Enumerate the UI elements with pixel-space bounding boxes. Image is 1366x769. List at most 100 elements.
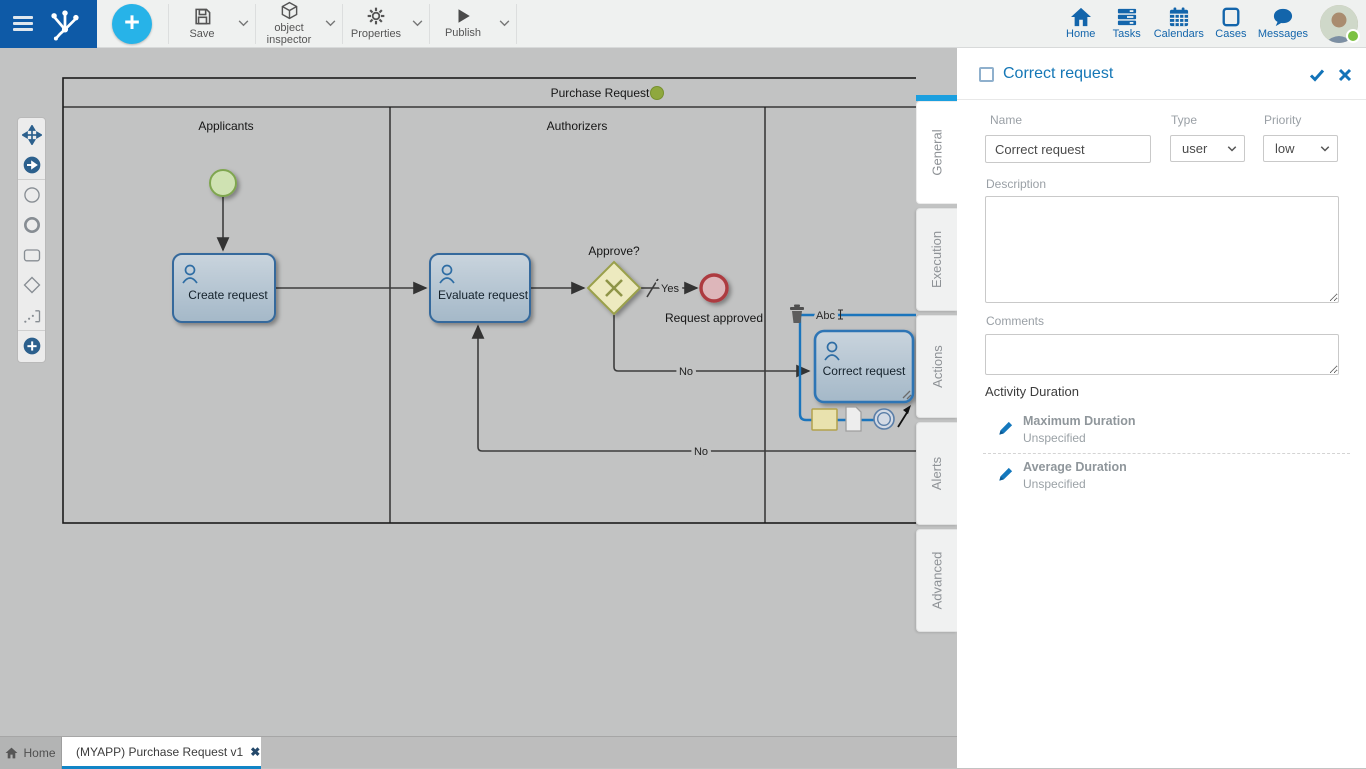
comments-label: Comments [986, 314, 1044, 328]
element-checkbox[interactable] [979, 67, 994, 82]
edge-label-no-2[interactable]: No [694, 446, 708, 458]
shape-palette [17, 117, 46, 363]
properties-dropdown-chevron[interactable] [407, 1, 427, 47]
start-event-tool[interactable] [18, 180, 45, 210]
gateway-tool[interactable] [18, 270, 45, 300]
properties-panel: Correct request Name Type user Priority … [957, 48, 1366, 768]
trash-icon[interactable] [790, 305, 804, 324]
pool-title[interactable]: Purchase Request [551, 86, 650, 100]
hamburger-icon[interactable] [13, 16, 33, 31]
properties-icon [366, 6, 386, 26]
task-create-label: Create request [188, 288, 268, 302]
save-button[interactable]: Save [171, 1, 233, 47]
gateway-label: Approve? [588, 244, 640, 258]
bottom-tab-home[interactable]: Home [0, 737, 62, 769]
home-icon [5, 747, 18, 759]
annotation-tool[interactable] [18, 300, 45, 330]
chevron-down-icon [1227, 146, 1237, 152]
maximum-duration-row: Maximum Duration Unspecified [957, 412, 1366, 456]
rename-tool[interactable]: Abc [816, 310, 835, 322]
bottom-tab-document[interactable]: (MYAPP) Purchase Request v1 ✖ [62, 737, 261, 766]
close-tab-icon[interactable]: ✖ [250, 745, 260, 759]
connect-arrow-tool[interactable] [898, 405, 911, 427]
end-event-tool[interactable] [18, 210, 45, 240]
task-evaluate-label: Evaluate request [438, 288, 529, 302]
publish-dropdown-chevron[interactable] [494, 1, 514, 47]
panel-title: Correct request [1003, 65, 1113, 83]
nav-home[interactable]: Home [1058, 1, 1104, 47]
nav-tasks[interactable]: Tasks [1104, 1, 1150, 47]
edit-pencil-icon[interactable] [997, 420, 1014, 437]
confirm-icon[interactable] [1309, 67, 1325, 83]
average-duration-row: Average Duration Unspecified [957, 458, 1366, 502]
calendars-icon [1168, 7, 1190, 27]
nav-cases[interactable]: Cases [1208, 1, 1254, 47]
active-tab-accent [916, 95, 957, 101]
duration-label: Average Duration [1023, 460, 1127, 474]
append-task-tool[interactable] [812, 409, 837, 430]
edge-label-yes[interactable]: Yes [661, 283, 679, 295]
messages-icon [1272, 7, 1294, 27]
object-inspector-icon [280, 1, 299, 20]
append-annotation-tool[interactable] [846, 407, 861, 431]
duration-value: Unspecified [1023, 477, 1086, 491]
cases-icon [1220, 7, 1242, 27]
row-divider [983, 453, 1350, 454]
publish-icon [454, 7, 472, 25]
object-inspector-dropdown-chevron[interactable] [320, 1, 340, 47]
move-tool[interactable] [18, 120, 45, 150]
task-evaluate-request[interactable]: Evaluate request [430, 254, 530, 322]
type-select[interactable]: user [1170, 135, 1245, 162]
append-event-tool[interactable] [874, 409, 894, 429]
bottom-tab-bar: Home (MYAPP) Purchase Request v1 ✖ [0, 736, 957, 768]
lane-authorizers[interactable]: Authorizers [547, 119, 608, 133]
start-event[interactable] [210, 170, 236, 196]
object-inspector-button[interactable]: object inspector [258, 1, 320, 47]
claw-logo[interactable] [45, 4, 85, 44]
tab-execution[interactable]: Execution [916, 208, 957, 311]
close-icon[interactable] [1337, 67, 1353, 83]
tasks-icon [1116, 7, 1138, 27]
add-button[interactable]: + [112, 4, 152, 44]
task-tool[interactable] [18, 240, 45, 270]
save-icon [193, 7, 212, 26]
gateway-approve[interactable]: Approve? [588, 244, 640, 314]
tab-advanced[interactable]: Advanced [916, 529, 957, 632]
end-event-request-approved[interactable]: Request approved [665, 275, 763, 325]
nav-calendars[interactable]: Calendars [1150, 1, 1208, 47]
duration-label: Maximum Duration [1023, 414, 1136, 428]
toolbar-separator [255, 4, 256, 44]
toolbar-separator [429, 4, 430, 44]
properties-button[interactable]: Properties [345, 1, 407, 47]
toolbar-separator [516, 4, 517, 44]
nav-messages[interactable]: Messages [1254, 1, 1312, 47]
activity-duration-heading: Activity Duration [985, 384, 1079, 399]
toolbar-separator [342, 4, 343, 44]
panel-header: Correct request [957, 48, 1366, 100]
description-textarea[interactable] [985, 196, 1339, 303]
task-create-request[interactable]: Create request [173, 254, 275, 322]
save-dropdown-chevron[interactable] [233, 1, 253, 47]
chevron-down-icon [1320, 146, 1330, 152]
task-correct-label: Correct request [823, 364, 906, 378]
tab-general[interactable]: General [916, 101, 957, 204]
edit-pencil-icon[interactable] [997, 466, 1014, 483]
pool-status-dot [651, 87, 664, 100]
publish-button[interactable]: Publish [432, 1, 494, 47]
edge-label-no-1[interactable]: No [679, 366, 693, 378]
end-event-label: Request approved [665, 311, 763, 325]
duration-value: Unspecified [1023, 431, 1086, 445]
task-correct-request-selected[interactable]: Correct request [815, 331, 913, 402]
priority-select[interactable]: low [1263, 135, 1338, 162]
comments-textarea[interactable] [985, 334, 1339, 375]
toolbar-separator [168, 4, 169, 44]
description-label: Description [986, 177, 1046, 191]
lane-applicants[interactable]: Applicants [198, 119, 253, 133]
connect-tool[interactable] [18, 150, 45, 180]
diagram-canvas[interactable]: Purchase Request Applicants Authorizers … [0, 48, 957, 736]
add-tool[interactable] [18, 330, 45, 360]
name-input[interactable] [985, 135, 1151, 163]
user-avatar[interactable] [1320, 5, 1358, 43]
tab-actions[interactable]: Actions [916, 315, 957, 418]
tab-alerts[interactable]: Alerts [916, 422, 957, 525]
